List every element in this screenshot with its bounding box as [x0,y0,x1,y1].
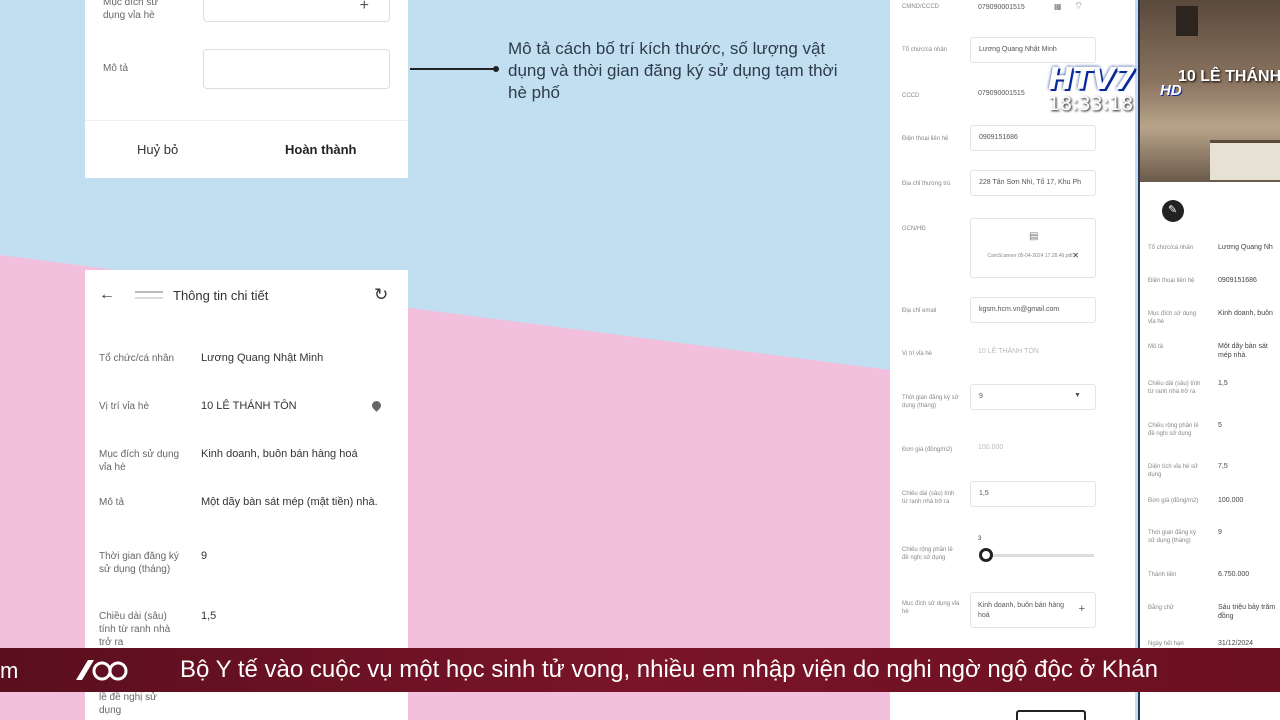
receipt-label: Điện thoại liên hệ [1148,278,1195,284]
length-field[interactable]: 1,5 [970,481,1096,507]
receipt-panel: ✎ Tổ chức/cá nhân Lương Quang Nh Điện th… [1138,0,1280,720]
broadcast-clock: 18:33:18 [1048,93,1134,115]
field-label: CCCD [902,93,920,99]
receipt-value: 31/12/2024 [1218,640,1254,647]
field-label: Địa chỉ email [902,308,937,314]
channel-emblem-icon [76,660,128,681]
row-label: Mục đích sử dụng vỉa hè [99,449,180,473]
purpose-field[interactable]: Kinh doanh, buôn bán hàng hoá + [970,592,1096,628]
row-value: 10 LÊ THÁNH TÔN [201,400,297,412]
receipt-value: 7,5 [1218,463,1228,470]
receipt-value: Một dãy bàn sát mép nhà. [1218,343,1268,359]
address-field[interactable]: 228 Tân Sơn Nhì, Tổ 17, Khu Ph [970,170,1096,196]
ticker-headline: Bộ Y tế vào cuộc vụ một học sinh tử vong… [180,656,1158,683]
receipt-label: Thành tiền [1148,572,1177,578]
complete-button[interactable]: Hoàn thành [285,142,357,157]
receipt-label: Tổ chức/cá nhân [1148,245,1194,251]
phone-field[interactable]: 0909151686 [970,125,1096,151]
ticker-previous-fragment: m [0,658,19,683]
row-label: Mô tả [99,497,125,508]
edit-icon[interactable]: ✎ [1162,200,1184,222]
receipt-value: 5 [1218,422,1222,429]
slider-value: 3 [978,536,982,542]
row-value: Kinh doanh, buôn bán hàng hoá [201,448,358,460]
page-title: Thông tin chi tiết [173,288,269,303]
refresh-icon[interactable]: ↻ [374,285,388,305]
row-value: Lương Quang Nhật Minh [201,352,324,364]
field-label: Tổ chức/cá nhân [902,47,948,53]
caption-text: Mô tả cách bố trí kích thước, số lượng v… [508,39,838,102]
field-label: Địa chỉ thường trú [902,181,951,187]
receipt-label: Bằng chữ [1148,605,1175,611]
receipt-label: Mục đích sử dụng vỉa hè [1148,311,1197,325]
location-field: 10 LÊ THÁNH TÔN [978,348,1039,355]
building-window [1176,6,1198,36]
usage-form-card: Mục đích sử dụng vỉa hè + Mô tả Huỷ bỏ H… [85,0,408,178]
field-label: CMND/CCCD [902,4,939,10]
caption-connector-line [410,68,498,70]
row-value: 9 [201,550,208,562]
unit-price-field: 100.000 [978,444,1004,451]
receipt-value: 0909151686 [1218,277,1257,284]
receipt-label: Chiều rộng phần lề đề nghị sử dụng [1148,423,1199,437]
street-sign-text: 10 LÊ THÁNH [1178,68,1280,85]
field-label: Chiều dài (sâu) tính từ ranh nhà trở ra [902,491,955,505]
purpose-value: Kinh doanh, buôn bán hàng hoá [978,602,1065,619]
width-slider-track[interactable] [979,548,1094,562]
receipt-label: Chiều dài (sâu) tính từ ranh nhà trở ra [1148,381,1201,395]
wifi-icon: ⌔ [1074,1,1084,12]
caption-connector-dot [493,66,499,72]
description-input[interactable] [203,49,390,89]
purpose-select[interactable]: + [203,0,390,22]
receipt-label: Mô tả [1148,344,1164,350]
receipt-value: Sáu triệu bảy trăm đồng [1218,604,1276,620]
qr-icon[interactable]: ▦ [1054,2,1062,11]
receipt-label: Đơn giá (đồng/m2) [1148,498,1199,504]
divider [85,120,408,121]
cancel-button[interactable]: Huỷ bỏ [137,142,178,157]
file-name: CamScanner 05-04-2024 17.28.46.pdf [987,253,1073,259]
row-label: Tổ chức/cá nhân [99,353,175,364]
row-value: 1,5 [201,610,217,622]
receipt-value: 1,5 [1218,380,1228,387]
file-attachment[interactable]: ▤ CamScanner 05-04-2024 17.28.46.pdf ✕ [970,218,1096,278]
field-label: Thời gian đăng ký sử dụng (tháng) [902,395,959,409]
field-label: Đơn giá (đồng/m2) [902,447,953,453]
receipt-value: 6.750.000 [1218,571,1250,578]
receipt-value: Kinh doanh, buôn [1218,310,1273,317]
purpose-label: Mục đích sử dụng vỉa hè [103,0,159,21]
row-label: Chiều dài (sâu) tính từ ranh nhà trở ra [99,611,171,648]
remove-file-icon[interactable]: ✕ [1072,251,1079,260]
channel-logo: HTV7 [1048,62,1135,97]
receipt-value: Lương Quang Nh [1218,244,1273,251]
back-arrow-icon[interactable]: ← [99,286,115,304]
news-ticker: m Bộ Y tế vào cuộc vụ một học sinh tử vo… [0,648,1280,692]
emblem-icon [135,291,163,299]
receipt-label: Ngày hết hạn [1148,641,1184,647]
plus-icon[interactable]: + [1079,603,1085,615]
field-label: Chiều rộng phần lề đề nghị sử dụng [902,547,953,561]
bottom-button-edge [1016,710,1086,720]
field-label: Mục đích sử dụng vỉa hè [902,601,960,615]
email-field[interactable]: kgsm.hcm.vn@gmail.com [970,297,1096,323]
receipt-label: Thời gian đăng ký sử dụng (tháng) [1148,530,1196,544]
document-icon: ▤ [1029,231,1039,242]
row-value: Một dãy bàn sát mép (mặt tiền) nhà. [201,496,378,508]
field-label: GCN/HĐ [902,226,926,232]
chevron-down-icon[interactable]: ▼ [1074,392,1081,399]
receipt-value: 9 [1218,529,1222,536]
receipt-label: Diện tích vỉa hè sử dụng [1148,464,1199,478]
row-label: Vị trí vỉa hè [99,401,150,412]
receipt-value: 100.000 [1218,497,1244,504]
plus-icon[interactable]: + [360,0,369,15]
description-label: Mô tả [103,63,129,74]
field-label: Điện thoại liên hệ [902,136,949,142]
building-facade [1210,140,1280,180]
width-slider-thumb[interactable] [979,548,993,562]
name-field[interactable]: Lương Quang Nhật Minh [970,37,1096,63]
field-label: Vị trí vỉa hè [902,351,933,357]
row-label: Thời gian đăng ký sử dụng (tháng) [99,551,179,575]
